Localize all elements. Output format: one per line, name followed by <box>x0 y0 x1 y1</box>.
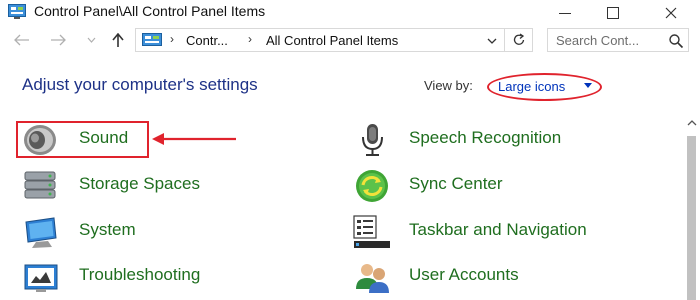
view-by-dropdown[interactable]: Large icons <box>498 79 565 94</box>
chevron-down-icon <box>487 38 497 44</box>
annotation-highlight-box <box>16 121 149 158</box>
breadcrumb-all-items[interactable]: All Control Panel Items <box>266 33 398 48</box>
forward-arrow-icon <box>51 34 66 46</box>
taskbar-icon <box>353 215 390 248</box>
search-icon[interactable] <box>668 33 684 49</box>
item-label[interactable]: Speech Recognition <box>409 128 561 148</box>
scroll-thumb[interactable] <box>687 136 696 300</box>
maximize-button[interactable] <box>590 0 636 26</box>
scroll-up-button[interactable] <box>685 118 698 128</box>
refresh-button[interactable] <box>504 29 532 51</box>
close-button[interactable] <box>648 0 694 26</box>
back-button[interactable] <box>12 30 32 50</box>
item-system[interactable]: System <box>22 212 222 252</box>
item-label[interactable]: Taskbar and Navigation <box>409 220 587 240</box>
up-arrow-icon <box>112 32 124 47</box>
address-bar[interactable]: › Contr... › All Control Panel Items <box>135 28 533 52</box>
chevron-right-icon[interactable]: › <box>170 32 174 46</box>
item-user-accounts[interactable]: User Accounts <box>352 257 602 297</box>
title-bar: Control Panel\All Control Panel Items <box>0 0 700 26</box>
control-panel-icon <box>8 4 26 19</box>
search-box[interactable] <box>547 28 689 52</box>
vertical-scrollbar[interactable] <box>683 112 700 300</box>
close-icon <box>665 7 677 19</box>
window-title: Control Panel\All Control Panel Items <box>34 3 266 19</box>
chevron-right-icon[interactable]: › <box>248 32 252 46</box>
item-storage-spaces[interactable]: Storage Spaces <box>22 166 272 206</box>
annotation-arrow-icon <box>152 133 236 145</box>
control-panel-icon <box>142 33 162 46</box>
back-arrow-icon <box>14 34 29 46</box>
item-label[interactable]: User Accounts <box>409 265 519 285</box>
item-speech-recognition[interactable]: Speech Recognition <box>352 120 652 160</box>
item-label[interactable]: Troubleshooting <box>79 265 200 285</box>
computer-monitor-icon <box>25 217 57 248</box>
item-label[interactable]: System <box>79 220 136 240</box>
up-button[interactable] <box>108 30 128 50</box>
chevron-up-icon <box>687 120 696 126</box>
caret-down-icon[interactable] <box>584 83 592 88</box>
item-label[interactable]: Sync Center <box>409 174 503 194</box>
forward-button[interactable] <box>48 30 68 50</box>
troubleshooting-icon <box>24 264 58 292</box>
maximize-icon <box>607 7 619 19</box>
microphone-icon <box>362 124 383 156</box>
minimize-icon <box>559 12 571 14</box>
breadcrumb-control-panel[interactable]: Contr... <box>186 33 228 48</box>
item-troubleshooting[interactable]: Troubleshooting <box>22 257 272 297</box>
sync-icon <box>356 170 388 202</box>
chevron-down-icon <box>87 37 95 43</box>
users-icon <box>356 264 389 293</box>
item-sync-center[interactable]: Sync Center <box>352 166 652 206</box>
address-history-button[interactable] <box>484 33 500 49</box>
navigation-bar: › Contr... › All Control Panel Items <box>0 26 700 54</box>
recent-locations-button[interactable] <box>84 30 98 50</box>
storage-drives-icon <box>24 171 56 199</box>
minimize-button[interactable] <box>542 0 588 26</box>
view-by-label: View by: <box>424 78 473 93</box>
refresh-icon <box>513 33 524 45</box>
search-input[interactable] <box>556 32 664 48</box>
item-taskbar-navigation[interactable]: Taskbar and Navigation <box>352 212 672 252</box>
page-title: Adjust your computer's settings <box>22 75 258 94</box>
item-label[interactable]: Storage Spaces <box>79 174 200 194</box>
